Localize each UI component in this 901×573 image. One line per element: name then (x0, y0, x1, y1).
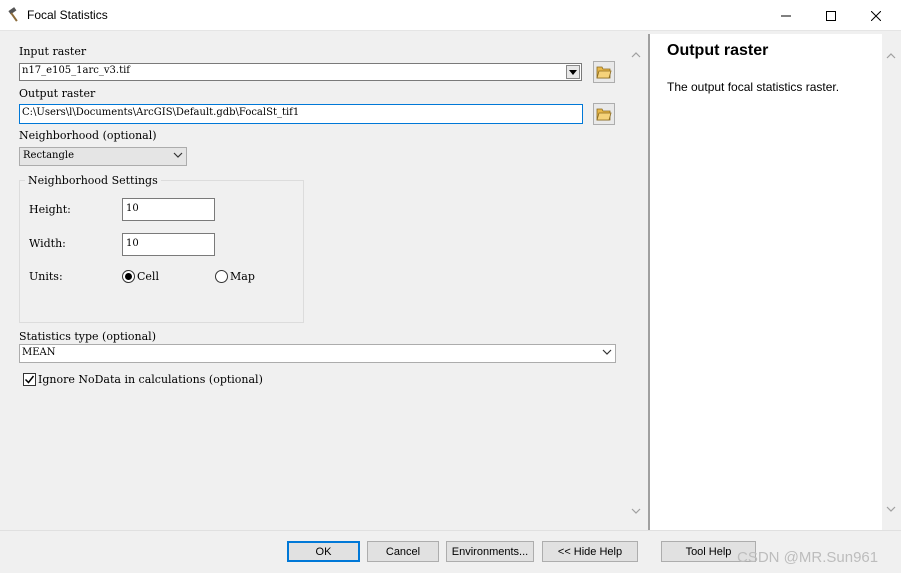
unit-cell-radio[interactable] (122, 270, 135, 283)
width-label: Width: (29, 237, 66, 250)
hammer-icon (7, 7, 23, 23)
neighborhood-select[interactable]: Rectangle (19, 147, 187, 166)
statistics-type-label: Statistics type (optional) (19, 330, 156, 343)
title-bar: Focal Statistics (0, 0, 901, 31)
chevron-down-icon (602, 348, 612, 359)
ok-button[interactable]: OK (287, 541, 360, 562)
neighborhood-value: Rectangle (23, 150, 74, 161)
unit-cell-label: Cell (137, 270, 159, 283)
output-raster-browse-button[interactable] (593, 103, 615, 125)
open-folder-icon (596, 66, 612, 79)
close-icon (871, 10, 881, 21)
button-bar: OK Cancel Environments... << Hide Help T… (0, 530, 901, 573)
width-value: 10 (126, 238, 139, 249)
open-folder-icon (596, 108, 612, 121)
help-panel: Output raster The output focal statistic… (648, 34, 882, 530)
maximize-button[interactable] (808, 0, 854, 31)
minimize-button[interactable] (763, 0, 809, 31)
height-value: 10 (126, 203, 139, 214)
parameters-scrollbar[interactable] (627, 31, 645, 530)
scroll-up-icon[interactable] (886, 49, 896, 59)
statistics-type-select[interactable]: MEAN (19, 344, 616, 363)
window-title: Focal Statistics (27, 8, 108, 22)
parameters-panel: Input raster n17_e105_1arc_v3.tif Output… (0, 31, 627, 530)
help-body: The output focal statistics raster. (667, 80, 840, 94)
maximize-icon (826, 10, 836, 21)
statistics-type-value: MEAN (22, 347, 56, 358)
width-input[interactable]: 10 (122, 233, 215, 256)
output-raster-value: C:\Users\l\Documents\ArcGIS\Default.gdb\… (22, 107, 300, 118)
hide-help-button[interactable]: << Hide Help (542, 541, 638, 562)
ignore-nodata-checkbox[interactable] (23, 373, 36, 386)
scroll-down-icon[interactable] (886, 502, 896, 512)
unit-map-radio[interactable] (215, 270, 228, 283)
input-raster-combobox[interactable]: n17_e105_1arc_v3.tif (19, 63, 582, 81)
units-label: Units: (29, 270, 63, 283)
chevron-down-icon (173, 151, 183, 162)
close-button[interactable] (853, 0, 899, 31)
input-raster-browse-button[interactable] (593, 61, 615, 83)
ignore-nodata-label: Ignore NoData in calculations (optional) (38, 373, 263, 386)
neighborhood-label: Neighborhood (optional) (19, 129, 157, 142)
neighborhood-settings-legend: Neighborhood Settings (25, 174, 161, 187)
height-label: Height: (29, 203, 71, 216)
output-raster-input[interactable]: C:\Users\l\Documents\ArcGIS\Default.gdb\… (19, 104, 583, 124)
help-title: Output raster (667, 42, 769, 59)
height-input[interactable]: 10 (122, 198, 215, 221)
minimize-icon (781, 15, 791, 16)
output-raster-label: Output raster (19, 87, 96, 100)
checkmark-icon (24, 375, 35, 384)
scroll-down-icon[interactable] (631, 504, 641, 514)
cancel-button[interactable]: Cancel (367, 541, 439, 562)
unit-map-label: Map (230, 270, 255, 283)
scroll-up-icon[interactable] (631, 48, 641, 58)
watermark: CSDN @MR.Sun961 (737, 549, 879, 566)
input-raster-value: n17_e105_1arc_v3.tif (22, 65, 130, 76)
dropdown-arrow-icon[interactable] (566, 65, 580, 79)
input-raster-label: Input raster (19, 45, 87, 58)
environments-button[interactable]: Environments... (446, 541, 534, 562)
help-scrollbar[interactable] (882, 34, 901, 530)
